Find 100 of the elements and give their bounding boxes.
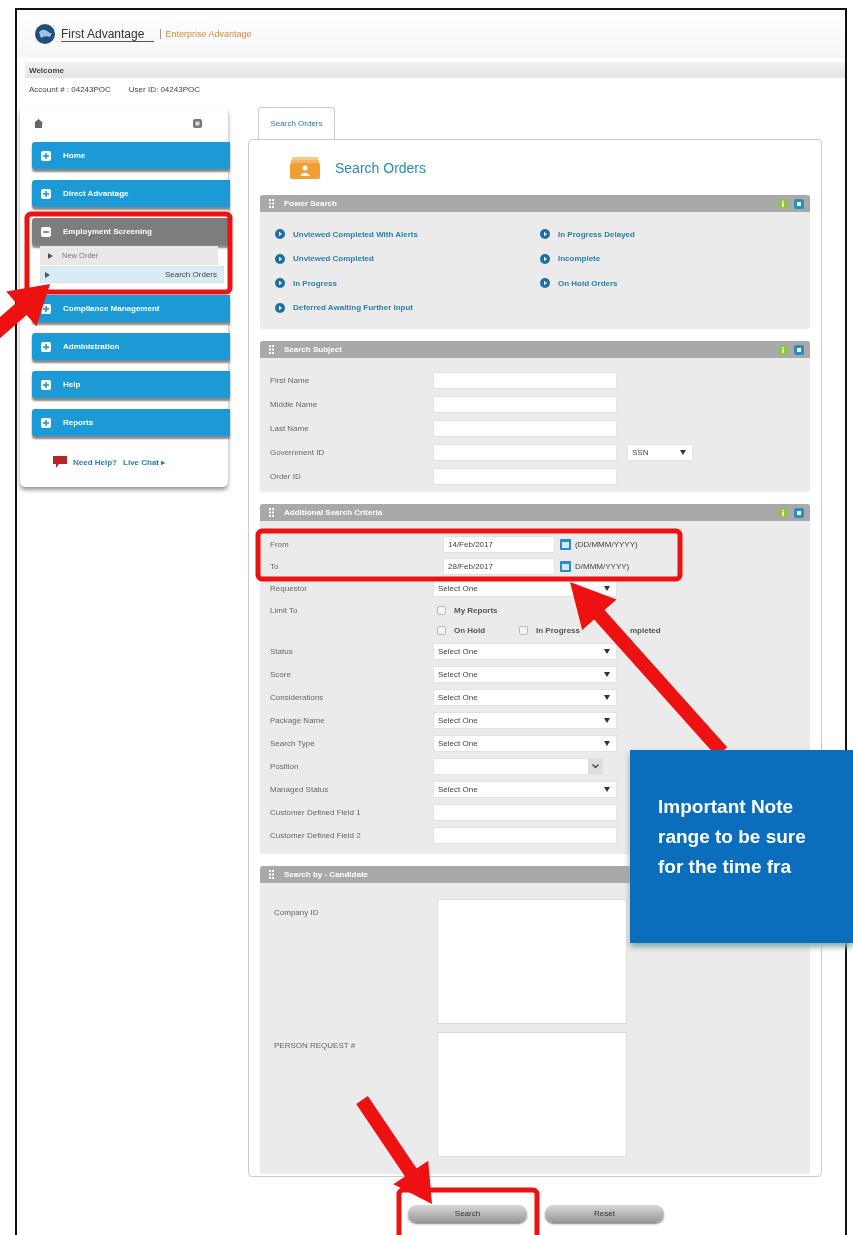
checkbox[interactable]: In Progress	[519, 625, 585, 635]
field-label: Customer Defined Field 2	[270, 831, 361, 840]
play-icon	[275, 302, 285, 313]
date-field[interactable]: 28/Feb/2017	[443, 557, 555, 575]
folder-icon	[290, 156, 320, 179]
power-search-link[interactable]: Unviewed Completed With Alerts	[275, 222, 540, 247]
dropdown[interactable]: Select One	[433, 689, 617, 706]
settings-icon[interactable]	[794, 344, 804, 355]
info-icon[interactable]	[778, 507, 788, 518]
text-area[interactable]	[437, 1032, 627, 1157]
field-label: Status	[270, 647, 293, 656]
sidebar-item[interactable]: Administration	[32, 333, 230, 360]
input-field[interactable]	[433, 443, 617, 461]
field-label: Last Name	[270, 423, 309, 433]
text-area[interactable]	[437, 899, 627, 1024]
grip-icon[interactable]	[269, 199, 274, 208]
minus-icon	[41, 226, 51, 237]
field-label: Customer Defined Field 1	[270, 808, 361, 817]
sidebar-item[interactable]: Direct Advantage	[32, 180, 230, 207]
collapse-icon[interactable]	[193, 118, 202, 128]
power-search-link[interactable]: Incomplete	[540, 246, 795, 271]
field-label: From	[270, 539, 289, 549]
section-title: Power Search	[284, 199, 337, 208]
chat-bubble-icon	[53, 456, 67, 468]
play-icon	[540, 253, 550, 264]
play-icon	[275, 278, 285, 289]
user-id: User ID: 04243POC	[128, 84, 200, 94]
checkbox[interactable]: My Reports	[437, 605, 503, 615]
input-field[interactable]	[433, 395, 617, 413]
sidebar-item[interactable]: Employment Screening	[32, 218, 230, 245]
input-field[interactable]	[433, 467, 617, 485]
grip-icon[interactable]	[269, 345, 274, 354]
globe-logo-icon	[35, 24, 55, 44]
input-field[interactable]	[433, 804, 617, 821]
plus-icon	[41, 150, 51, 161]
section-title: Additional Search Criteria	[284, 508, 383, 517]
caret-icon	[680, 449, 686, 455]
power-search-link[interactable]: Deferred Awaiting Further Input	[275, 295, 540, 320]
dropdown[interactable]: Select One	[433, 781, 617, 798]
field-label: PERSON REQUEST #	[274, 1041, 357, 1050]
home-icon[interactable]	[34, 118, 43, 128]
field-label: Managed Status	[270, 785, 329, 794]
callout-text: Important Note	[658, 795, 794, 819]
grip-icon[interactable]	[269, 870, 274, 879]
submenu-item[interactable]: Search Orders	[40, 266, 224, 283]
plus-icon	[41, 341, 51, 352]
input-field[interactable]	[433, 371, 617, 389]
dropdown[interactable]: Select One	[433, 666, 617, 683]
field-label: To	[270, 561, 279, 571]
combo-box[interactable]	[433, 758, 603, 775]
sidebar-item[interactable]: Help	[32, 371, 230, 398]
power-search-link[interactable]: On Hold Orders	[540, 271, 795, 296]
grip-icon[interactable]	[269, 508, 274, 517]
power-search-link[interactable]: Unviewed Completed	[275, 246, 540, 271]
checkbox[interactable]: On Hold	[437, 625, 503, 635]
date-field[interactable]: 14/Feb/2017	[443, 535, 555, 553]
date-format-hint: D/MMM/YYYY)	[575, 561, 630, 571]
play-icon	[540, 278, 550, 289]
dropdown[interactable]: Select One	[433, 712, 617, 729]
product-name: Enterprise Advantage	[160, 29, 252, 39]
plus-icon	[41, 417, 51, 428]
play-icon	[540, 229, 550, 240]
welcome-text: Welcome	[29, 65, 64, 75]
field-label: Order ID	[270, 471, 301, 481]
date-format-hint: (DD/MMM/YYYY)	[575, 539, 638, 549]
dropdown[interactable]: SSN	[627, 443, 693, 461]
chevron-down-icon	[591, 764, 599, 769]
section-title: Search Subject	[284, 345, 342, 354]
bullet-icon	[45, 271, 50, 278]
page-title: Search Orders	[335, 159, 427, 176]
dropdown[interactable]: Select One	[433, 735, 617, 752]
caret-icon	[604, 741, 610, 746]
field-label: Requestor	[270, 584, 307, 593]
power-search-link[interactable]: In Progress	[275, 271, 540, 296]
dropdown[interactable]: Select One	[433, 643, 617, 660]
settings-icon[interactable]	[794, 198, 804, 209]
sidebar-item[interactable]: Reports	[32, 409, 230, 436]
caret-icon	[604, 787, 610, 792]
calendar-icon[interactable]	[560, 538, 571, 550]
info-icon[interactable]	[778, 344, 788, 355]
action-button[interactable]: Reset	[545, 1205, 664, 1222]
settings-icon[interactable]	[794, 507, 804, 518]
input-field[interactable]	[433, 419, 617, 437]
sidebar-item[interactable]: Home	[32, 142, 230, 169]
field-label: Search Type	[270, 739, 315, 748]
input-field[interactable]	[433, 827, 617, 844]
field-label: Government ID	[270, 447, 325, 457]
live-chat-link[interactable]: Live Chat ▸	[123, 457, 166, 467]
info-icon[interactable]	[778, 198, 788, 209]
caret-icon	[604, 695, 610, 700]
action-button[interactable]: Search	[408, 1205, 527, 1222]
tab[interactable]: Search Orders	[258, 107, 335, 139]
field-label: Middle Name	[270, 399, 318, 409]
power-search-link[interactable]: In Progress Delayed	[540, 222, 795, 247]
field-label: Package Name	[270, 716, 325, 725]
plus-icon	[41, 379, 51, 390]
calendar-icon[interactable]	[560, 560, 571, 572]
field-label: Considerations	[270, 693, 324, 702]
bullet-icon	[48, 252, 53, 259]
caret-icon	[604, 672, 610, 677]
